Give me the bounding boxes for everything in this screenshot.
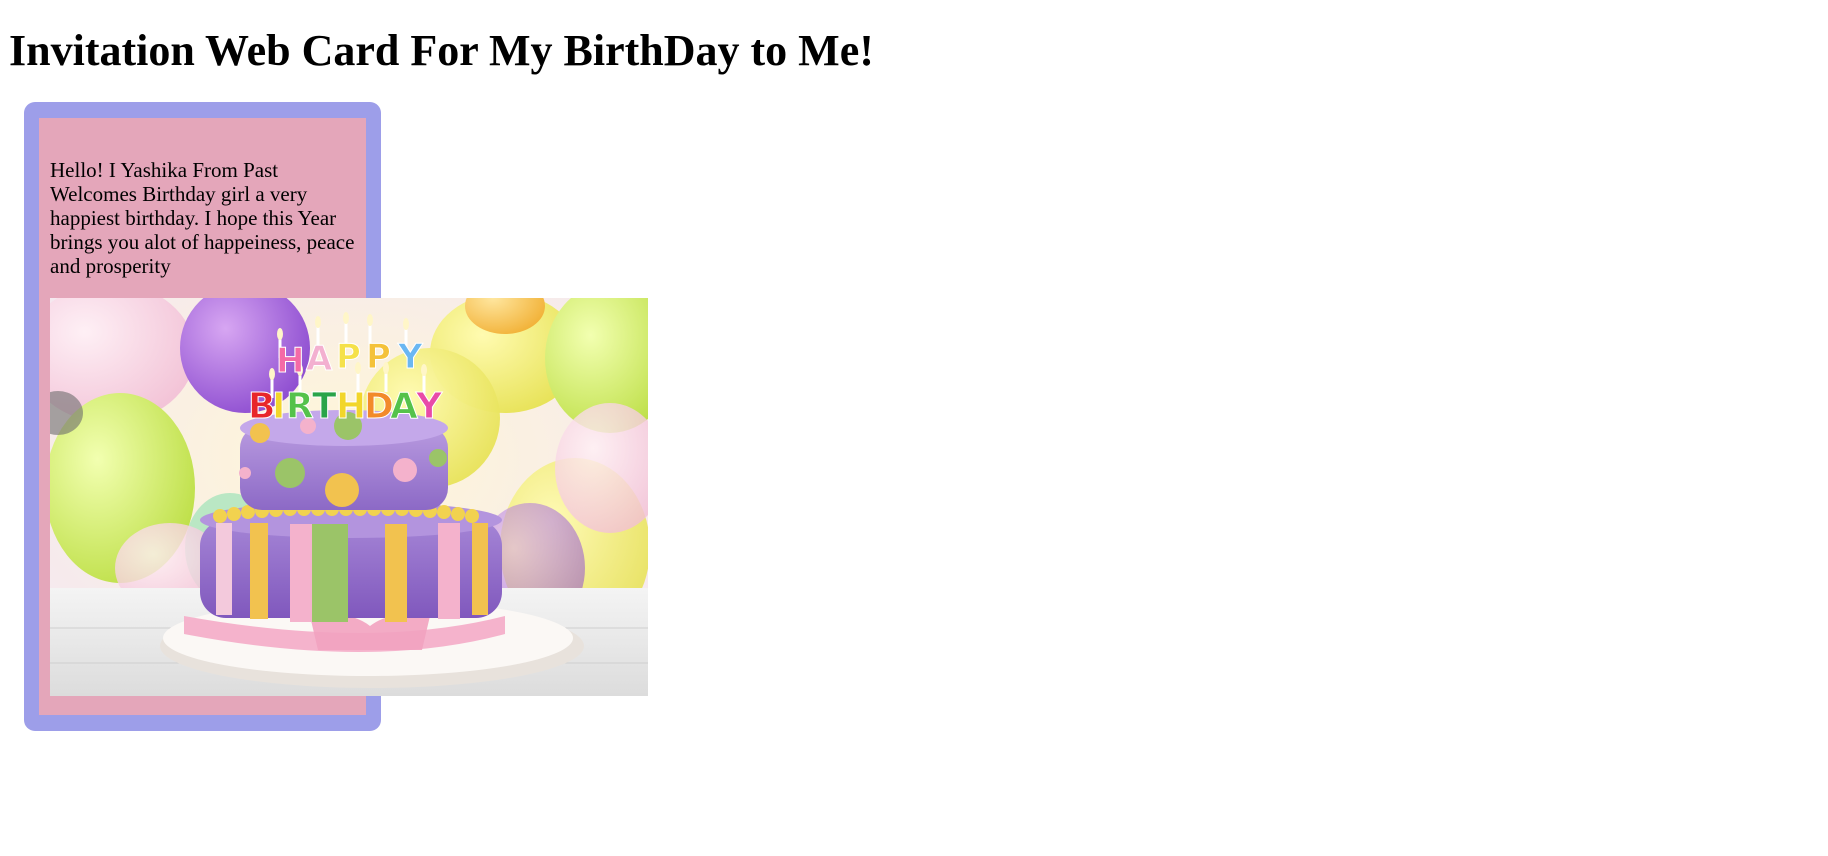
birthday-cake-image: H A P P Y B I R T H D A Y — [50, 298, 648, 696]
page-title: Invitation Web Card For My BirthDay to M… — [9, 26, 874, 75]
svg-text:T: T — [312, 386, 337, 427]
svg-text:P: P — [366, 337, 391, 377]
svg-text:Y: Y — [415, 386, 443, 427]
svg-text:A: A — [306, 339, 333, 379]
svg-text:H: H — [336, 386, 366, 427]
cake-illustration: H A P P Y B I R T H D A Y — [50, 298, 648, 696]
svg-text:I: I — [272, 386, 285, 427]
svg-text:H: H — [276, 341, 304, 381]
svg-text:Y: Y — [397, 337, 423, 377]
svg-text:A: A — [390, 386, 418, 427]
card-message: Hello! I Yashika From Past Welcomes Birt… — [50, 158, 355, 278]
svg-text:P: P — [336, 337, 361, 377]
svg-text:R: R — [286, 386, 314, 427]
